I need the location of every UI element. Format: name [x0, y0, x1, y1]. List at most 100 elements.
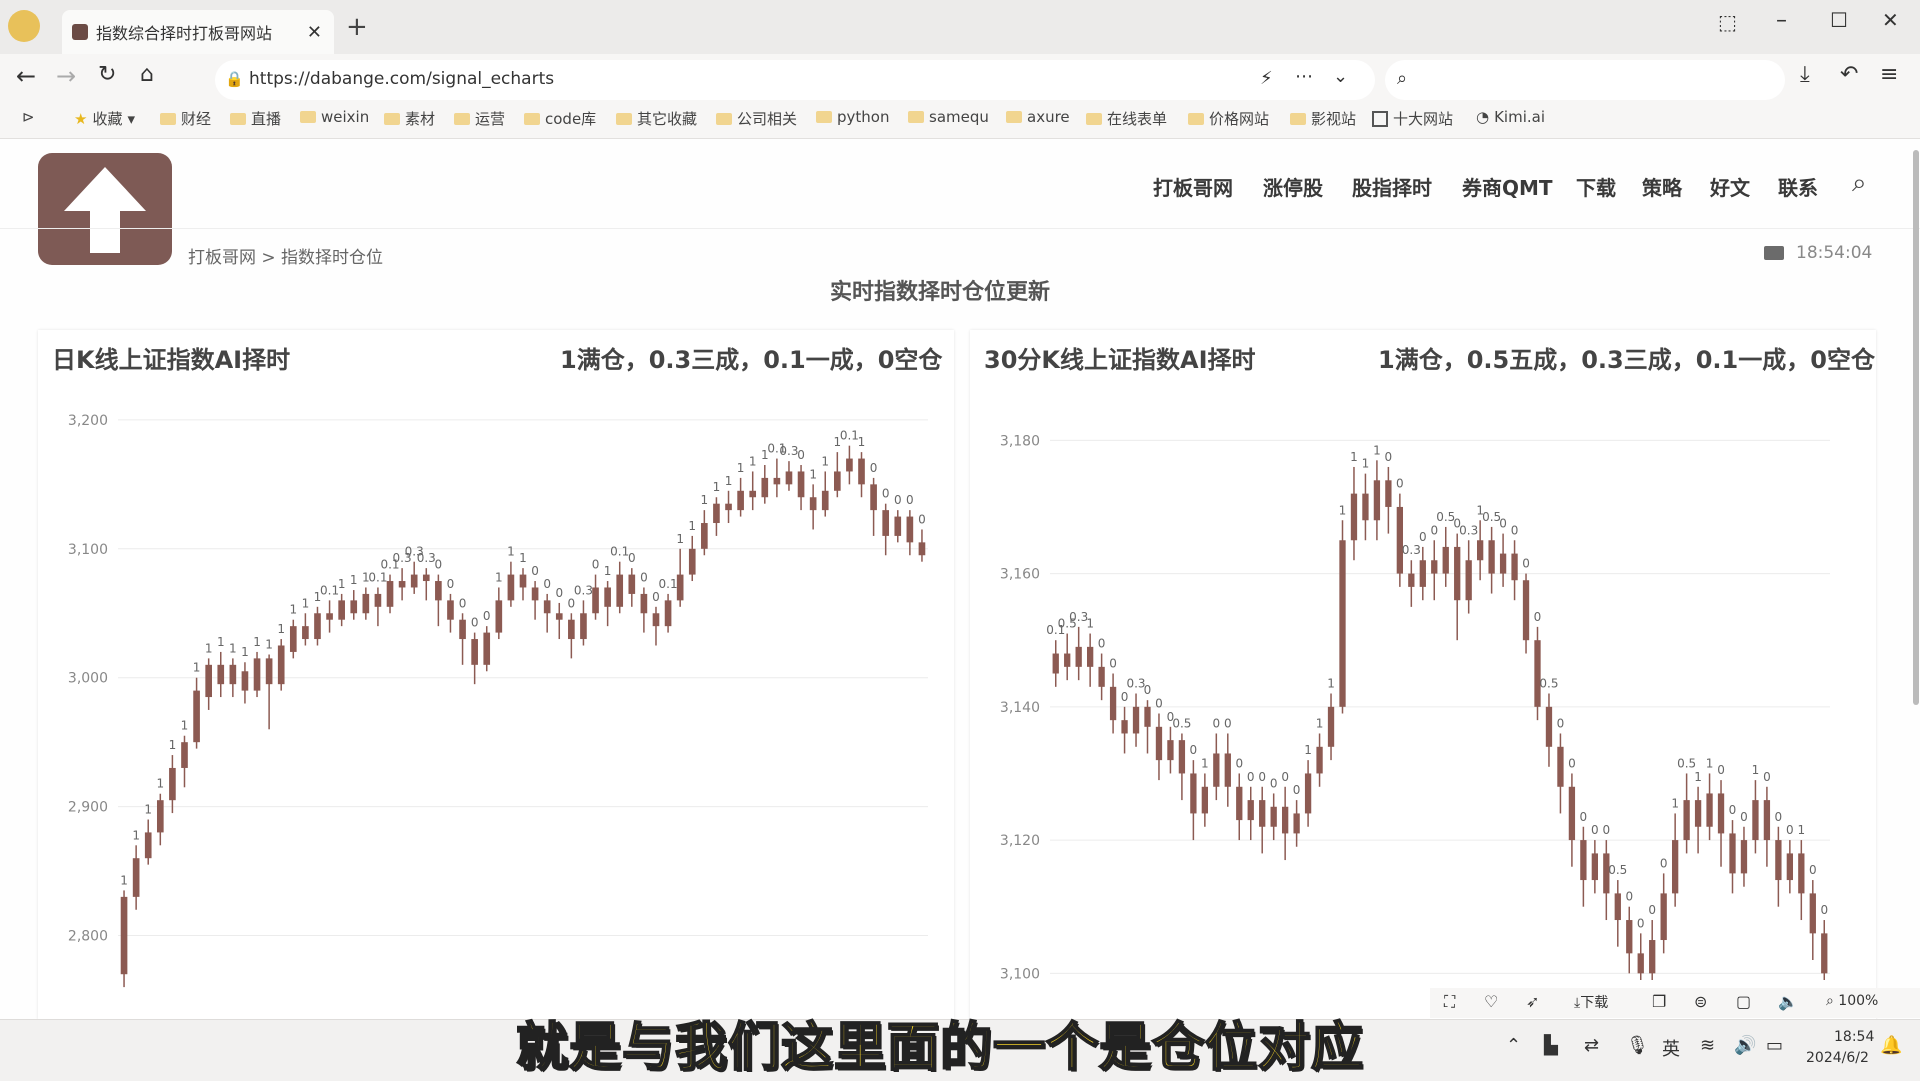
candle-body[interactable]: [1408, 573, 1415, 587]
candle-body[interactable]: [1557, 746, 1564, 787]
candle-body[interactable]: [362, 593, 370, 614]
candle-body[interactable]: [1614, 893, 1621, 921]
candle-body[interactable]: [918, 542, 926, 556]
candle-body[interactable]: [241, 671, 249, 691]
candle-body[interactable]: [809, 497, 817, 511]
menu-icon[interactable]: ≡: [1880, 62, 1898, 87]
candle-body[interactable]: [1213, 753, 1220, 787]
new-tab-icon[interactable]: +: [346, 12, 368, 42]
candle-body[interactable]: [338, 600, 345, 620]
candle-body[interactable]: [1465, 560, 1472, 601]
page-scrollbar[interactable]: [1913, 150, 1919, 705]
candle-body[interactable]: [870, 484, 877, 511]
candle-body[interactable]: [217, 664, 225, 685]
download-icon[interactable]: ⤓: [1800, 62, 1810, 87]
candle-body[interactable]: [834, 471, 841, 491]
candle-body[interactable]: [1167, 740, 1174, 761]
candle-body[interactable]: [1798, 853, 1805, 894]
candle-body[interactable]: [1373, 480, 1381, 521]
candle-body[interactable]: [1522, 580, 1530, 641]
bookmark-item[interactable]: python: [816, 108, 889, 126]
candle-body[interactable]: [386, 581, 394, 607]
chevron-down-icon[interactable]: ⌄: [1333, 66, 1348, 87]
minimize-icon[interactable]: –: [1776, 8, 1787, 33]
candle-body[interactable]: [1224, 753, 1231, 787]
candle-body[interactable]: [1454, 546, 1461, 601]
candle-body[interactable]: [229, 664, 237, 685]
candle-body[interactable]: [1568, 786, 1576, 841]
candle-body[interactable]: [1649, 940, 1656, 974]
tab-close-icon[interactable]: ✕: [307, 22, 322, 43]
candle-body[interactable]: [193, 690, 200, 743]
forward-icon[interactable]: →: [56, 62, 76, 90]
candle-body[interactable]: [374, 593, 382, 607]
candle-body[interactable]: [1259, 800, 1266, 827]
candle-body[interactable]: [1694, 800, 1702, 827]
candle-body[interactable]: [616, 574, 624, 607]
thirty-min-kline-chart[interactable]: 3,1803,1603,1403,1203,1000.10.50.310000.…: [970, 385, 1876, 1000]
candle-body[interactable]: [1591, 853, 1599, 881]
candle-body[interactable]: [289, 626, 297, 652]
candle-body[interactable]: [1316, 746, 1323, 774]
candle-body[interactable]: [592, 587, 599, 614]
candle-body[interactable]: [1362, 493, 1369, 521]
candle-body[interactable]: [1350, 493, 1358, 541]
bookmark-item[interactable]: axure: [1006, 108, 1070, 126]
breadcrumb[interactable]: 打板哥网 > 指数择时仓位: [188, 243, 383, 268]
candle-body[interactable]: [846, 458, 853, 472]
zoom-level[interactable]: ⌕ 100%: [1826, 993, 1878, 1009]
url-bar[interactable]: 🔒 https://dabange.com/signal_echarts ⚡ ⋯…: [215, 60, 1375, 100]
candle-body[interactable]: [1201, 786, 1209, 814]
candle-body[interactable]: [495, 600, 503, 633]
candle-body[interactable]: [737, 490, 744, 511]
candle-body[interactable]: [664, 600, 672, 627]
bookmark-item[interactable]: 十大网站: [1372, 108, 1453, 129]
nav-item-dabange[interactable]: 打板哥网: [1153, 172, 1233, 201]
bookmark-item[interactable]: 在线表单: [1086, 108, 1167, 129]
bookmark-item[interactable]: 其它收藏: [616, 108, 697, 129]
tray-sync-icon[interactable]: ⇄: [1584, 1035, 1599, 1056]
extensions-icon[interactable]: ⬚: [1718, 10, 1737, 34]
candle-body[interactable]: [302, 626, 309, 640]
candle-body[interactable]: [1545, 706, 1553, 747]
bookmark-item[interactable]: 公司相关: [716, 108, 797, 129]
candle-body[interactable]: [1339, 540, 1346, 707]
candle-body[interactable]: [132, 858, 140, 897]
bookmark-item[interactable]: code库: [524, 108, 596, 129]
candle-body[interactable]: [1155, 726, 1163, 761]
candle-body[interactable]: [1190, 773, 1197, 814]
candle-body[interactable]: [1293, 813, 1300, 834]
lightning-icon[interactable]: ⚡: [1260, 68, 1273, 89]
candle-body[interactable]: [1327, 706, 1335, 747]
sound-icon[interactable]: 🔈: [1778, 992, 1798, 1011]
candle-body[interactable]: [1236, 786, 1243, 821]
candle-body[interactable]: [531, 587, 539, 601]
bookmark-item[interactable]: ◔ Kimi.ai: [1476, 108, 1545, 126]
candle-body[interactable]: [1534, 640, 1541, 707]
maximize-icon[interactable]: ☐: [1830, 8, 1848, 32]
search-icon[interactable]: ⌕: [1852, 168, 1867, 199]
bookmark-item[interactable]: 直播: [230, 108, 281, 129]
bookmark-favorites[interactable]: ★ 收藏 ▾: [74, 108, 135, 129]
candle-body[interactable]: [459, 619, 466, 640]
candle-body[interactable]: [785, 471, 793, 485]
candle-body[interactable]: [507, 574, 515, 601]
candle-body[interactable]: [1075, 646, 1082, 667]
bookmark-item[interactable]: 价格网站: [1188, 108, 1269, 129]
candle-body[interactable]: [1178, 740, 1186, 774]
health-icon[interactable]: ♡: [1484, 992, 1498, 1011]
back-icon[interactable]: ←: [16, 62, 36, 90]
candle-body[interactable]: [1488, 540, 1495, 574]
nav-item-limit-up[interactable]: 涨停股: [1263, 172, 1323, 201]
candle-body[interactable]: [1086, 646, 1094, 667]
candle-body[interactable]: [604, 587, 611, 607]
candle-body[interactable]: [676, 574, 684, 601]
candle-body[interactable]: [181, 742, 188, 768]
candle-body[interactable]: [1683, 800, 1690, 841]
tray-chevron-up-icon[interactable]: ⌃: [1506, 1035, 1521, 1056]
browser-tab[interactable]: 指数综合择时打板哥网站 ✕: [62, 10, 334, 54]
candle-body[interactable]: [1740, 840, 1748, 874]
bookmark-item[interactable]: weixin: [300, 108, 369, 126]
reload-icon[interactable]: ↻: [98, 62, 116, 87]
candle-body[interactable]: [1247, 800, 1254, 821]
